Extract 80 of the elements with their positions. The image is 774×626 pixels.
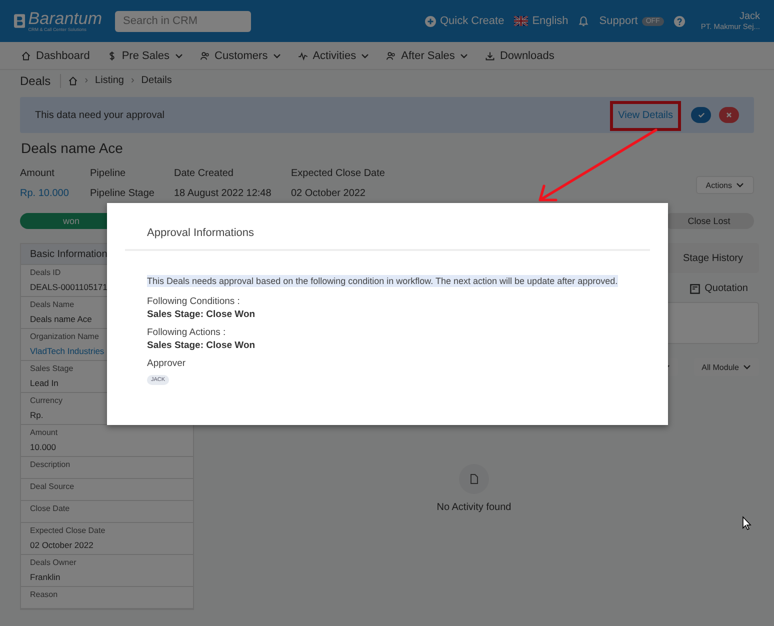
- approval-message: This data need your approval: [35, 110, 166, 120]
- section-label: Approver: [147, 358, 187, 369]
- field-label: Description: [30, 460, 70, 469]
- section-label: Following Actions :: [147, 327, 227, 338]
- cursor-icon: [742, 516, 752, 530]
- reject-button[interactable]: [719, 107, 739, 123]
- bell-icon[interactable]: [578, 15, 590, 27]
- user-name[interactable]: Jack: [700, 11, 760, 22]
- deal-title: Deals name Ace: [21, 140, 124, 158]
- page-title: Deals: [20, 74, 61, 88]
- field-label: Amount: [20, 168, 56, 179]
- field-label: Organization Name: [30, 332, 99, 341]
- nav-item[interactable]: After Sales: [386, 50, 468, 62]
- view-details-link[interactable]: View Details: [618, 110, 673, 120]
- users-icon: [386, 50, 396, 60]
- condition-value: Sales Stage: Close Won: [147, 309, 256, 320]
- field-label: Currency: [30, 396, 62, 405]
- breadcrumb-link[interactable]: Listing: [95, 75, 124, 86]
- field-value: Rp.: [30, 410, 44, 420]
- caret-icon: [736, 182, 744, 188]
- condition-value: Sales Stage: Close Won: [147, 340, 256, 351]
- empty-message: No Activity found: [436, 502, 512, 513]
- field-label: Deals Name: [30, 300, 74, 309]
- field-value: 18 August 2022 12:48: [174, 188, 272, 199]
- check-icon: [698, 112, 704, 118]
- home-icon[interactable]: [68, 76, 78, 86]
- approval-info-text: This Deals needs approval based on the following condition in workflow. The next action will be update after approved.: [147, 275, 618, 287]
- download-icon: [484, 50, 495, 60]
- nav-item[interactable]: Customers: [200, 50, 281, 62]
- breadcrumb-separator: ›: [130, 75, 134, 86]
- field-label: Deal Source: [30, 482, 74, 491]
- field-label: Pipeline: [90, 168, 127, 179]
- field-label: Date Created: [174, 168, 234, 179]
- dialog-title: Approval Informations: [146, 226, 255, 241]
- quick-create-link[interactable]: Quick Create: [440, 15, 504, 27]
- nav-item[interactable]: Downloads: [484, 50, 554, 62]
- field-value: Pipeline Stage: [90, 188, 156, 199]
- nav-item[interactable]: Pre Sales: [106, 50, 183, 62]
- field-value: 10.000: [30, 442, 56, 452]
- search-field[interactable]: Search in CRM: [115, 10, 251, 32]
- field-label: Deals Owner: [30, 558, 76, 567]
- field-value: DEALS-0001105171: [30, 282, 108, 292]
- field-value: 02 October 2022: [291, 188, 366, 199]
- stage-history-tab[interactable]: Stage History: [667, 243, 759, 273]
- organization-link[interactable]: VladTech Industries: [30, 346, 104, 356]
- activity-icon: [298, 50, 308, 60]
- nav-item[interactable]: Activities: [298, 50, 370, 62]
- close-icon: [726, 112, 732, 118]
- annotation-arrow-icon: [536, 128, 660, 204]
- quotation-link[interactable]: Quotation: [690, 283, 748, 294]
- field-value: Franklin: [30, 572, 60, 582]
- field-value: 02 October 2022: [30, 540, 94, 550]
- breadcrumb-link[interactable]: Details: [141, 75, 172, 86]
- caret-icon: [743, 364, 751, 370]
- field-label: Amount: [30, 428, 58, 437]
- language-selector[interactable]: English: [532, 15, 568, 27]
- field-label: Reason: [30, 590, 58, 599]
- actions-button[interactable]: Actions: [696, 176, 754, 194]
- users-icon: [200, 50, 210, 60]
- breadcrumb-separator: ›: [84, 75, 88, 86]
- nav-item[interactable]: Dashboard: [21, 50, 90, 62]
- field-value: Lead In: [30, 378, 58, 388]
- help-icon[interactable]: [674, 16, 685, 26]
- amount-link[interactable]: Rp. 10.000: [20, 188, 90, 199]
- dollar-icon: [106, 50, 117, 60]
- document-icon: [690, 284, 700, 294]
- uk-flag-icon: [514, 16, 528, 26]
- field-label: Expected Close Date: [291, 168, 386, 179]
- field-label: Close Date: [30, 504, 70, 513]
- approve-button[interactable]: [691, 107, 711, 123]
- field-value: Deals name Ace: [30, 314, 92, 324]
- section-label: Following Conditions :: [147, 296, 241, 307]
- field-label: Deals ID: [30, 268, 61, 277]
- support-label: Support: [599, 15, 638, 27]
- field-label: Sales Stage: [30, 364, 74, 373]
- plus-circle-icon: [425, 16, 436, 26]
- logo-text: Barantum: [28, 10, 102, 27]
- file-icon: [470, 474, 478, 484]
- home-icon: [21, 50, 31, 60]
- field-label: Expected Close Date: [30, 526, 106, 535]
